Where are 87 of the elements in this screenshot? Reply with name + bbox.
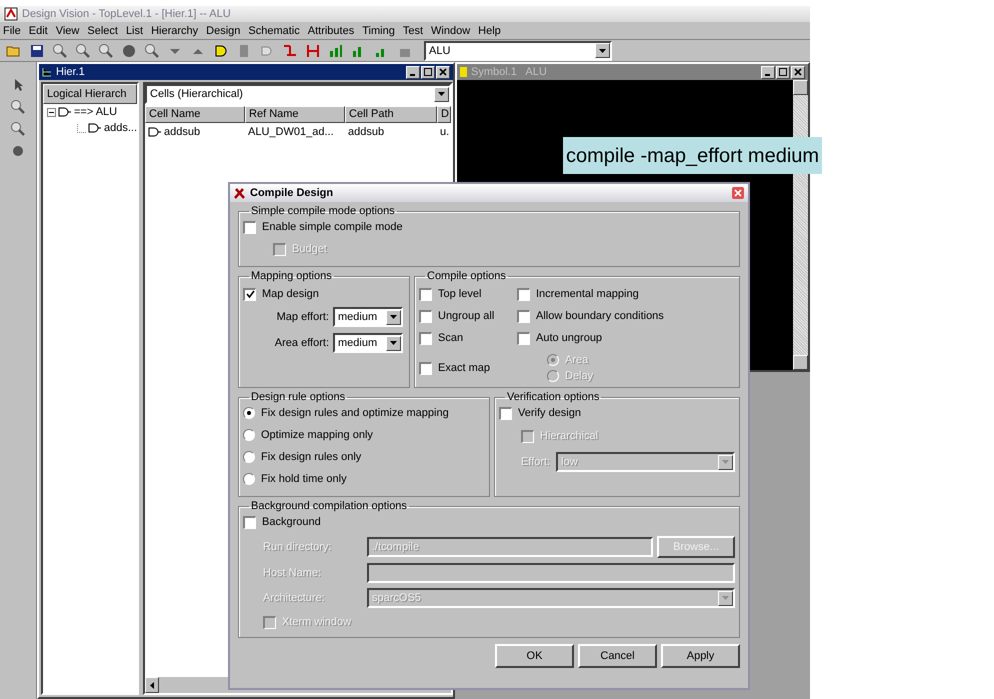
checkbox[interactable]	[517, 310, 530, 322]
radio-label: Fix design rules only	[261, 450, 362, 464]
field-label: Area effort:	[274, 336, 329, 350]
group-legend: Design rule options	[249, 390, 348, 404]
tree-item[interactable]: ==> ALU	[74, 105, 118, 119]
column-header[interactable]: Cell Path	[345, 106, 438, 123]
menu-item[interactable]: Timing	[362, 24, 395, 38]
table-cell: u.	[440, 124, 450, 138]
gate-icon	[148, 126, 162, 136]
group-legend: Mapping options	[249, 269, 334, 283]
app-logo-icon	[4, 7, 18, 21]
view-select[interactable]: Cells (Hierarchical)	[145, 84, 452, 104]
group-legend: Simple compile mode options	[249, 204, 397, 218]
group-legend: Verification options	[505, 390, 602, 404]
radio-label: Fix design rules and optimize mapping	[261, 406, 449, 420]
window-title: Symbol.1 ALU	[471, 65, 548, 79]
hierarchy-icon	[42, 67, 52, 77]
checkbox[interactable]	[517, 332, 530, 344]
close-icon[interactable]	[791, 66, 805, 78]
field-label: Map effort:	[276, 310, 329, 324]
menu-item[interactable]: Attributes	[308, 24, 354, 38]
window-title: Design Vision - TopLevel.1 - [Hier.1] -- ALU	[22, 7, 231, 21]
design-select[interactable]: ALU	[424, 40, 612, 60]
menu-item[interactable]: Schematic	[248, 24, 300, 38]
document-icon	[460, 67, 467, 77]
dialog-title: Compile Design	[250, 186, 334, 200]
checkbox-label: Incremental mapping	[536, 287, 639, 301]
expand-toggle-icon[interactable]	[47, 108, 56, 116]
checkbox-label: Background	[262, 515, 321, 529]
checkbox-label: Allow boundary conditions	[536, 309, 664, 323]
menu-item[interactable]: Select	[87, 24, 118, 38]
column-header[interactable]: Logical Hierarch	[43, 84, 138, 104]
close-icon[interactable]	[436, 66, 450, 78]
column-header[interactable]: D	[437, 106, 452, 123]
menu-item[interactable]: List	[126, 24, 144, 38]
gate-icon	[88, 123, 102, 133]
group-legend: Compile options	[425, 269, 508, 283]
tree-item[interactable]: adds...	[104, 121, 138, 135]
command-caption: compile -map_effort medium	[563, 137, 822, 174]
gate-icon	[58, 107, 72, 117]
dialog-button[interactable]: Cancel	[578, 644, 657, 668]
table-cell: ALU_DW01_ad...	[248, 124, 334, 138]
radio-button[interactable]	[243, 407, 255, 419]
checkbox-label: Enable simple compile mode	[262, 220, 403, 234]
dialog-logo-icon	[234, 188, 245, 198]
radio-button[interactable]	[243, 429, 255, 441]
checkbox[interactable]	[419, 310, 432, 322]
group-legend: Background compilation options	[249, 499, 409, 513]
checkbox[interactable]	[419, 288, 432, 300]
minimize-icon[interactable]	[761, 66, 775, 78]
radio-label: Fix hold time only	[261, 472, 347, 486]
menu-item[interactable]: Edit	[28, 24, 48, 38]
effort-select[interactable]: medium	[333, 333, 403, 353]
checkbox[interactable]	[419, 332, 432, 344]
menu-item[interactable]: Hierarchy	[151, 24, 198, 38]
checkbox-label: Scan	[438, 331, 464, 345]
effort-select[interactable]: medium	[333, 307, 403, 327]
checkbox[interactable]	[517, 288, 530, 300]
checkbox-label: Exact map	[438, 361, 490, 375]
checkbox[interactable]	[419, 362, 432, 374]
menu-item[interactable]: Help	[478, 24, 501, 38]
checkbox[interactable]	[243, 220, 256, 234]
radio-label: Optimize mapping only	[261, 428, 373, 442]
minimize-icon[interactable]	[406, 66, 420, 78]
menu-item[interactable]: Window	[431, 24, 470, 38]
table-cell: addsub	[164, 124, 200, 138]
menu-item[interactable]: Test	[402, 24, 424, 38]
radio-button[interactable]	[243, 451, 255, 463]
scroll-left-icon[interactable]	[145, 677, 160, 693]
table-cell: addsub	[348, 124, 384, 138]
checkbox-label: Ungroup all	[438, 309, 494, 323]
dialog-button[interactable]: Apply	[661, 644, 740, 668]
window-title: Hier.1	[56, 65, 86, 79]
column-header[interactable]: Cell Name	[145, 106, 246, 123]
column-header[interactable]: Ref Name	[245, 106, 346, 123]
checkbox-label: Verify design	[518, 406, 581, 420]
checkbox-label: Auto ungroup	[536, 331, 602, 345]
menu-item[interactable]: File	[3, 24, 21, 38]
checkbox-label: Top level	[438, 287, 482, 301]
dialog-button[interactable]: OK	[495, 644, 574, 668]
radio-button[interactable]	[243, 473, 255, 485]
maximize-icon[interactable]	[776, 66, 790, 78]
maximize-icon[interactable]	[421, 66, 435, 78]
menu-item[interactable]: Design	[206, 24, 240, 38]
checkbox[interactable]	[243, 288, 256, 300]
checkbox-label: Map design	[262, 287, 319, 301]
menu-item[interactable]: View	[56, 24, 80, 38]
